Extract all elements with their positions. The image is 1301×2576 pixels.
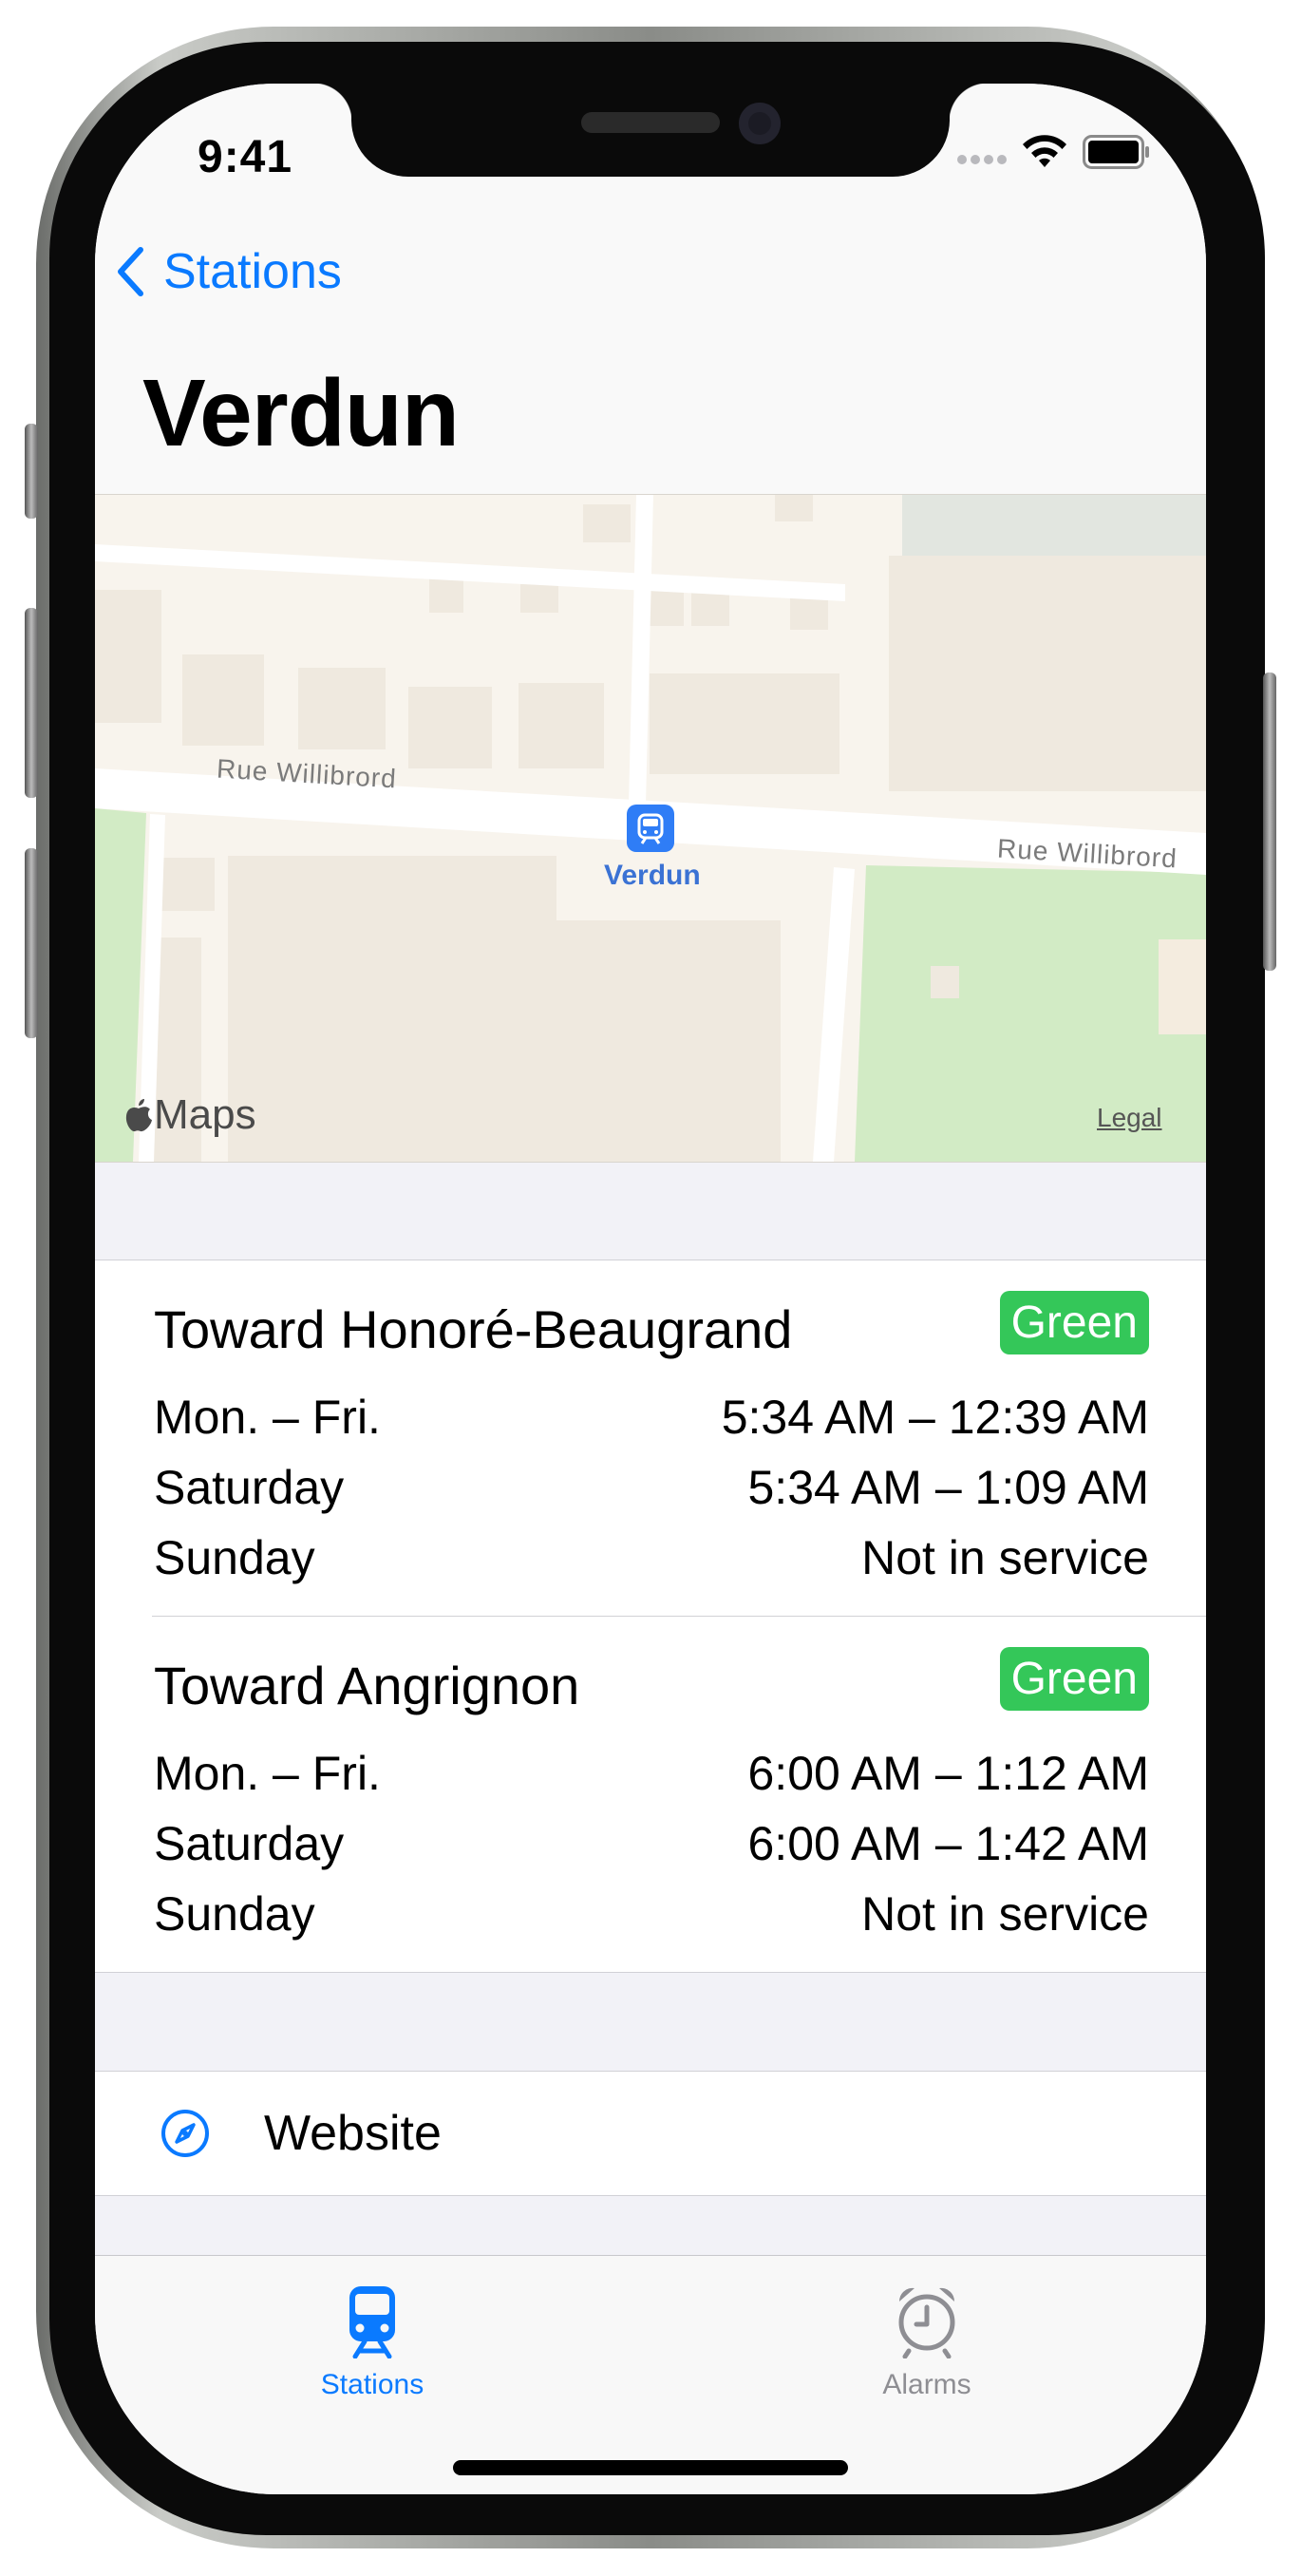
- schedule-row: Saturday 6:00 AM – 1:42 AM: [154, 1816, 1149, 1871]
- schedule-day: Mon. – Fri.: [154, 1747, 381, 1800]
- back-button[interactable]: Stations: [116, 243, 342, 300]
- phone-screen: 9:41 Stations Verdun Rue Willibrord Rue …: [95, 84, 1206, 2494]
- schedule-hours: 6:00 AM – 1:12 AM: [747, 1747, 1150, 1800]
- home-indicator[interactable]: [453, 2460, 848, 2475]
- line-badge: Green: [999, 1647, 1149, 1711]
- schedule-hours: Not in service: [861, 1887, 1149, 1941]
- apple-logo-icon: [125, 1099, 152, 1132]
- compass-icon: [161, 2110, 209, 2157]
- schedule-hours: 5:34 AM – 12:39 AM: [721, 1391, 1149, 1444]
- battery-icon: [1083, 135, 1149, 169]
- tram-icon: [349, 2286, 395, 2359]
- station-map[interactable]: Rue Willibrord Rue Willibrord Verdun Map…: [95, 494, 1206, 1163]
- page-title: Verdun: [142, 360, 460, 466]
- tab-bar: Stations Alarms: [95, 2255, 1206, 2494]
- legal-link[interactable]: Legal: [1097, 1103, 1162, 1133]
- notch: [313, 84, 988, 177]
- volume-down-button: [25, 848, 38, 1038]
- tab-label: Alarms: [882, 2369, 971, 2400]
- schedule-row: Saturday 5:34 AM – 1:09 AM: [154, 1460, 1149, 1515]
- schedule-day: Saturday: [154, 1817, 345, 1870]
- schedule-row: Sunday Not in service: [154, 1886, 1149, 1941]
- maps-logo-text: Maps: [154, 1091, 256, 1138]
- tab-stations[interactable]: Stations: [258, 2282, 486, 2401]
- earpiece-speaker: [581, 112, 720, 133]
- front-camera: [739, 103, 781, 144]
- schedule-section: Toward Honoré-Beaugrand Green Mon. – Fri…: [95, 1260, 1206, 1616]
- chevron-left-icon: [118, 247, 143, 296]
- schedule-day: Sunday: [154, 1887, 315, 1941]
- tram-icon: [637, 813, 664, 844]
- schedule-row: Sunday Not in service: [154, 1530, 1149, 1585]
- website-link-row[interactable]: Website: [95, 2071, 1206, 2196]
- tab-label: Stations: [320, 2369, 424, 2400]
- website-label: Website: [264, 2106, 442, 2161]
- schedule-row: Mon. – Fri. 5:34 AM – 12:39 AM: [154, 1390, 1149, 1445]
- direction-title: Toward Angrignon: [154, 1656, 580, 1715]
- schedule-day: Mon. – Fri.: [154, 1391, 381, 1444]
- schedule-day: Saturday: [154, 1461, 345, 1514]
- schedule-row: Mon. – Fri. 6:00 AM – 1:12 AM: [154, 1746, 1149, 1801]
- schedule-day: Sunday: [154, 1531, 315, 1584]
- cellular-signal-icon: [957, 152, 1010, 169]
- schedule-hours: Not in service: [861, 1531, 1149, 1584]
- mute-switch: [25, 424, 38, 519]
- schedule-hours: 6:00 AM – 1:42 AM: [747, 1817, 1150, 1870]
- volume-up-button: [25, 608, 38, 798]
- alarm-clock-icon: [898, 2287, 955, 2359]
- back-button-label: Stations: [163, 244, 342, 299]
- line-badge: Green: [999, 1291, 1149, 1354]
- schedule-hours: 5:34 AM – 1:09 AM: [747, 1461, 1150, 1514]
- status-time: 9:41: [198, 132, 293, 182]
- station-map-label: Verdun: [604, 860, 701, 891]
- schedule-section: Toward Angrignon Green Mon. – Fri. 6:00 …: [152, 1616, 1206, 1972]
- wifi-icon: [1023, 135, 1066, 167]
- direction-title: Toward Honoré-Beaugrand: [154, 1299, 793, 1359]
- station-marker[interactable]: [627, 805, 674, 852]
- apple-maps-logo: Maps: [123, 1091, 256, 1139]
- power-button: [1263, 672, 1276, 971]
- tab-alarms[interactable]: Alarms: [813, 2282, 1041, 2401]
- schedule-list: Toward Honoré-Beaugrand Green Mon. – Fri…: [95, 1260, 1206, 1973]
